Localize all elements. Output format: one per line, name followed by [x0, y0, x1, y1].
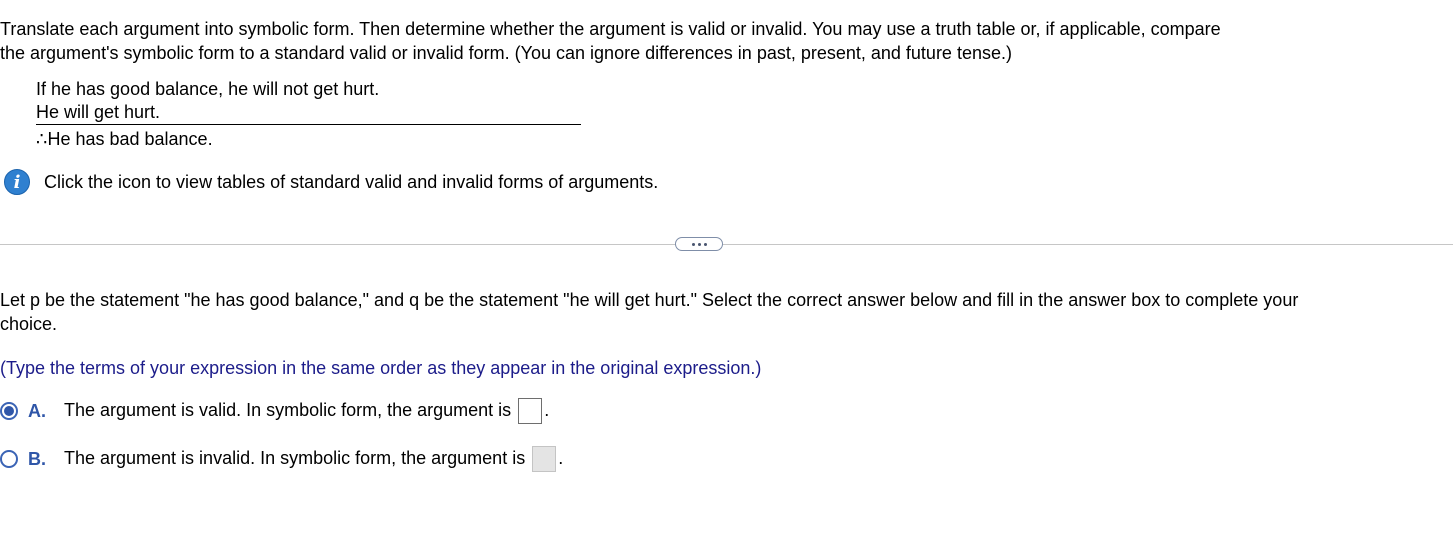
radio-selected-dot [4, 406, 14, 416]
choice-b-label: The argument is invalid. In symbolic for… [64, 447, 526, 468]
conclusion: He has bad balance. [47, 129, 213, 149]
choice-a-text: The argument is valid. In symbolic form,… [64, 398, 549, 424]
info-row: i Click the icon to view tables of stand… [4, 168, 658, 196]
section-divider [0, 244, 1453, 245]
ellipsis-button[interactable] [675, 237, 723, 251]
choice-a-answer-box[interactable] [518, 398, 543, 424]
choice-b-answer-box[interactable] [532, 446, 557, 472]
question-line-1: Let p be the statement "he has good bala… [0, 290, 1299, 310]
choice-a-label: The argument is valid. In symbolic form,… [64, 399, 512, 420]
question-line-2: choice. [0, 314, 58, 334]
choice-b-letter: B. [28, 448, 46, 469]
argument-divider [36, 124, 581, 125]
choice-a-suffix: . [544, 399, 550, 420]
ellipsis-dot [691, 242, 695, 246]
choice-a-radio[interactable] [0, 402, 18, 420]
info-text: Click the icon to view tables of standar… [44, 171, 659, 192]
choice-a[interactable]: A. The argument is valid. In symbolic fo… [0, 397, 549, 425]
premise-1: If he has good balance, he will not get … [36, 79, 380, 99]
intro-line-2: the argument's symbolic form to a standa… [0, 43, 1012, 63]
choice-b-radio[interactable] [0, 450, 18, 468]
choice-a-letter: A. [28, 400, 46, 421]
choice-b-text: The argument is invalid. In symbolic for… [64, 446, 563, 472]
premise-2: He will get hurt. [36, 102, 161, 122]
info-icon[interactable]: i [4, 169, 30, 195]
choice-b-suffix: . [558, 447, 564, 468]
ellipsis-dot [703, 242, 707, 246]
conclusion-line: ∴He has bad balance. [36, 127, 213, 151]
intro-line-1: Translate each argument into symbolic fo… [0, 19, 1221, 39]
therefore-symbol: ∴ [36, 129, 48, 149]
choice-b[interactable]: B. The argument is invalid. In symbolic … [0, 445, 563, 473]
instruction-text: (Type the terms of your expression in th… [0, 358, 762, 378]
ellipsis-dot [697, 242, 701, 246]
info-icon-glyph: i [13, 171, 21, 193]
